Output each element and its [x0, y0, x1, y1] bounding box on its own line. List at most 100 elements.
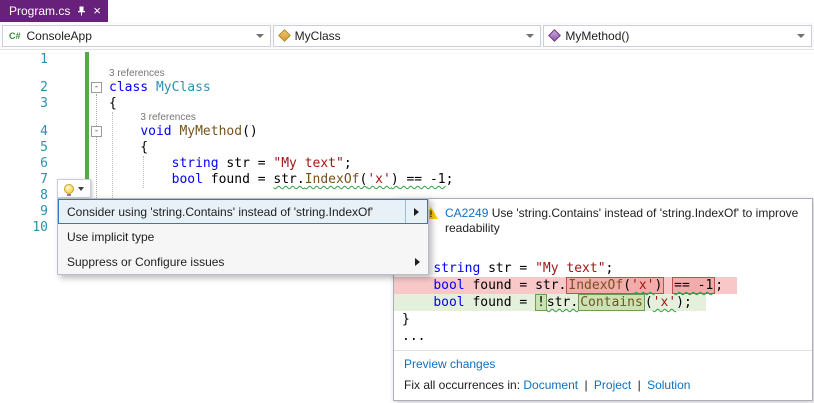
submenu-arrow-cell [405, 200, 427, 223]
method-dropdown-label: MyMethod() [565, 29, 629, 43]
code-token: ! [537, 295, 545, 310]
code-token: ( [623, 278, 631, 293]
code-token: "My text" [535, 261, 605, 276]
code-token: string [433, 261, 480, 276]
menu-item-label: Suppress or Configure issues [67, 255, 224, 269]
code-token: ) [655, 278, 663, 293]
line-number: 3 [0, 96, 48, 112]
line-number: 5 [0, 140, 48, 156]
code-token: == -1 [399, 172, 446, 187]
editor-line-1: 1 [0, 52, 814, 68]
code-token [109, 172, 172, 187]
code-token: () [242, 124, 258, 139]
diff-red-box: == -1 [672, 277, 715, 294]
class-dropdown-label: MyClass [295, 29, 341, 43]
editor-line-7: 7 bool found = str.IndexOf('x') == -1; [0, 172, 814, 188]
fix-all-solution-link[interactable]: Solution [647, 378, 690, 392]
code-token [109, 124, 140, 139]
diagnostic-text: Use 'string.Contains' instead of 'string… [445, 206, 798, 235]
fix-all-line: Fix all occurrences in: Document | Proje… [404, 378, 802, 392]
line-number: 7 [0, 172, 48, 188]
code-text: class MyClass [109, 80, 211, 96]
code-token: bool [433, 295, 464, 310]
editor-line-5: 5 { [0, 140, 814, 156]
quick-actions-menu: Consider using 'string.Contains' instead… [57, 198, 429, 275]
diff-green-box: ! [535, 294, 547, 311]
document-tab-bar: Program.cs × [0, 0, 814, 22]
line-number: 4 [0, 124, 48, 140]
preview-line: ... [394, 328, 439, 345]
fold-collapse-box[interactable]: - [91, 126, 102, 137]
editor-line-2: 2-class MyClass [0, 80, 814, 96]
code-token: 'x' [653, 295, 676, 310]
menu-item-use-string-contains[interactable]: Consider using 'string.Contains' instead… [58, 199, 428, 224]
menu-item-suppress-or-configure[interactable]: Suppress or Configure issues [58, 249, 428, 274]
fix-all-label: Fix all occurrences in: [404, 378, 520, 392]
code-token: { [109, 140, 148, 155]
code-text: { [109, 96, 117, 112]
line-number: 8 [0, 188, 48, 204]
preview-changes-link[interactable]: Preview changes [404, 357, 495, 371]
csharp-project-icon: C# [9, 31, 21, 41]
line-number: 10 [0, 220, 48, 236]
code-editor[interactable]: 13 references2-class MyClass3{3 referenc… [0, 50, 814, 403]
diagnostic-code-link[interactable]: CA2249 [445, 206, 488, 220]
code-token: ) [391, 172, 399, 187]
editor-line-3: 3{ [0, 96, 814, 112]
diagnostic-header: ! CA2249 Use 'string.Contains' instead o… [394, 199, 812, 240]
fold-margin [91, 142, 102, 153]
code-token: str. [535, 278, 566, 293]
code-text: void MyMethod() [109, 124, 258, 140]
method-icon [548, 29, 561, 42]
preview-line-removed: bool found = str.IndexOf('x') == -1; [394, 277, 737, 294]
line-number: 1 [0, 52, 48, 68]
code-token: ; [715, 278, 723, 293]
separator: | [584, 378, 587, 392]
line-number: 6 [0, 156, 48, 172]
diff-red-box: IndexOf('x') [566, 277, 664, 294]
code-text: bool found = str.IndexOf('x') == -1; [109, 172, 453, 188]
chevron-down-icon [78, 187, 84, 191]
fix-all-project-link[interactable]: Project [594, 378, 631, 392]
code-token: string [172, 156, 219, 171]
tab-title: Program.cs [9, 4, 70, 18]
code-text: { [109, 140, 148, 156]
codelens-references[interactable]: 3 references [140, 112, 814, 124]
project-dropdown[interactable]: C# ConsoleApp [2, 25, 271, 47]
code-fix-preview-popup: ! CA2249 Use 'string.Contains' instead o… [393, 198, 813, 401]
menu-item-use-implicit-type[interactable]: Use implicit type [58, 224, 428, 249]
code-token [109, 156, 172, 171]
quick-actions-lightbulb[interactable] [57, 179, 91, 198]
fold-margin [91, 174, 102, 185]
code-token: 'x' [631, 278, 654, 293]
code-token: Contains [580, 295, 643, 310]
menu-item-label: Consider using 'string.Contains' instead… [67, 205, 373, 219]
fold-margin [91, 54, 102, 65]
code-token [402, 295, 433, 310]
diff-green-box: Contains [578, 294, 645, 311]
pin-icon[interactable] [77, 6, 86, 16]
chevron-down-icon [526, 34, 534, 38]
code-token: IndexOf [568, 278, 623, 293]
method-dropdown[interactable]: MyMethod() [543, 25, 812, 47]
class-icon [278, 29, 291, 42]
code-token: ; [344, 156, 352, 171]
chevron-down-icon [256, 34, 264, 38]
code-text: string str = "My text"; [109, 156, 352, 172]
code-token: void [140, 124, 179, 139]
fold-collapse-box[interactable]: - [91, 82, 102, 93]
fix-all-document-link[interactable]: Document [523, 378, 578, 392]
code-token: str = [219, 156, 274, 171]
editor-line-4: 4 - void MyMethod() [0, 124, 814, 140]
code-token: 'x' [367, 172, 390, 187]
class-dropdown[interactable]: MyClass [273, 25, 542, 47]
navigation-bar: C# ConsoleApp MyClass MyMethod() [0, 22, 814, 50]
code-token: MyClass [156, 80, 211, 95]
submenu-arrow-icon [414, 208, 419, 216]
tab-program-cs[interactable]: Program.cs × [0, 0, 108, 22]
code-token: found = [465, 295, 535, 310]
preview-line: string str = "My text"; [394, 260, 627, 277]
code-token: ; [606, 261, 614, 276]
codelens-references[interactable]: 3 references [109, 68, 814, 80]
close-icon[interactable]: × [93, 5, 101, 17]
